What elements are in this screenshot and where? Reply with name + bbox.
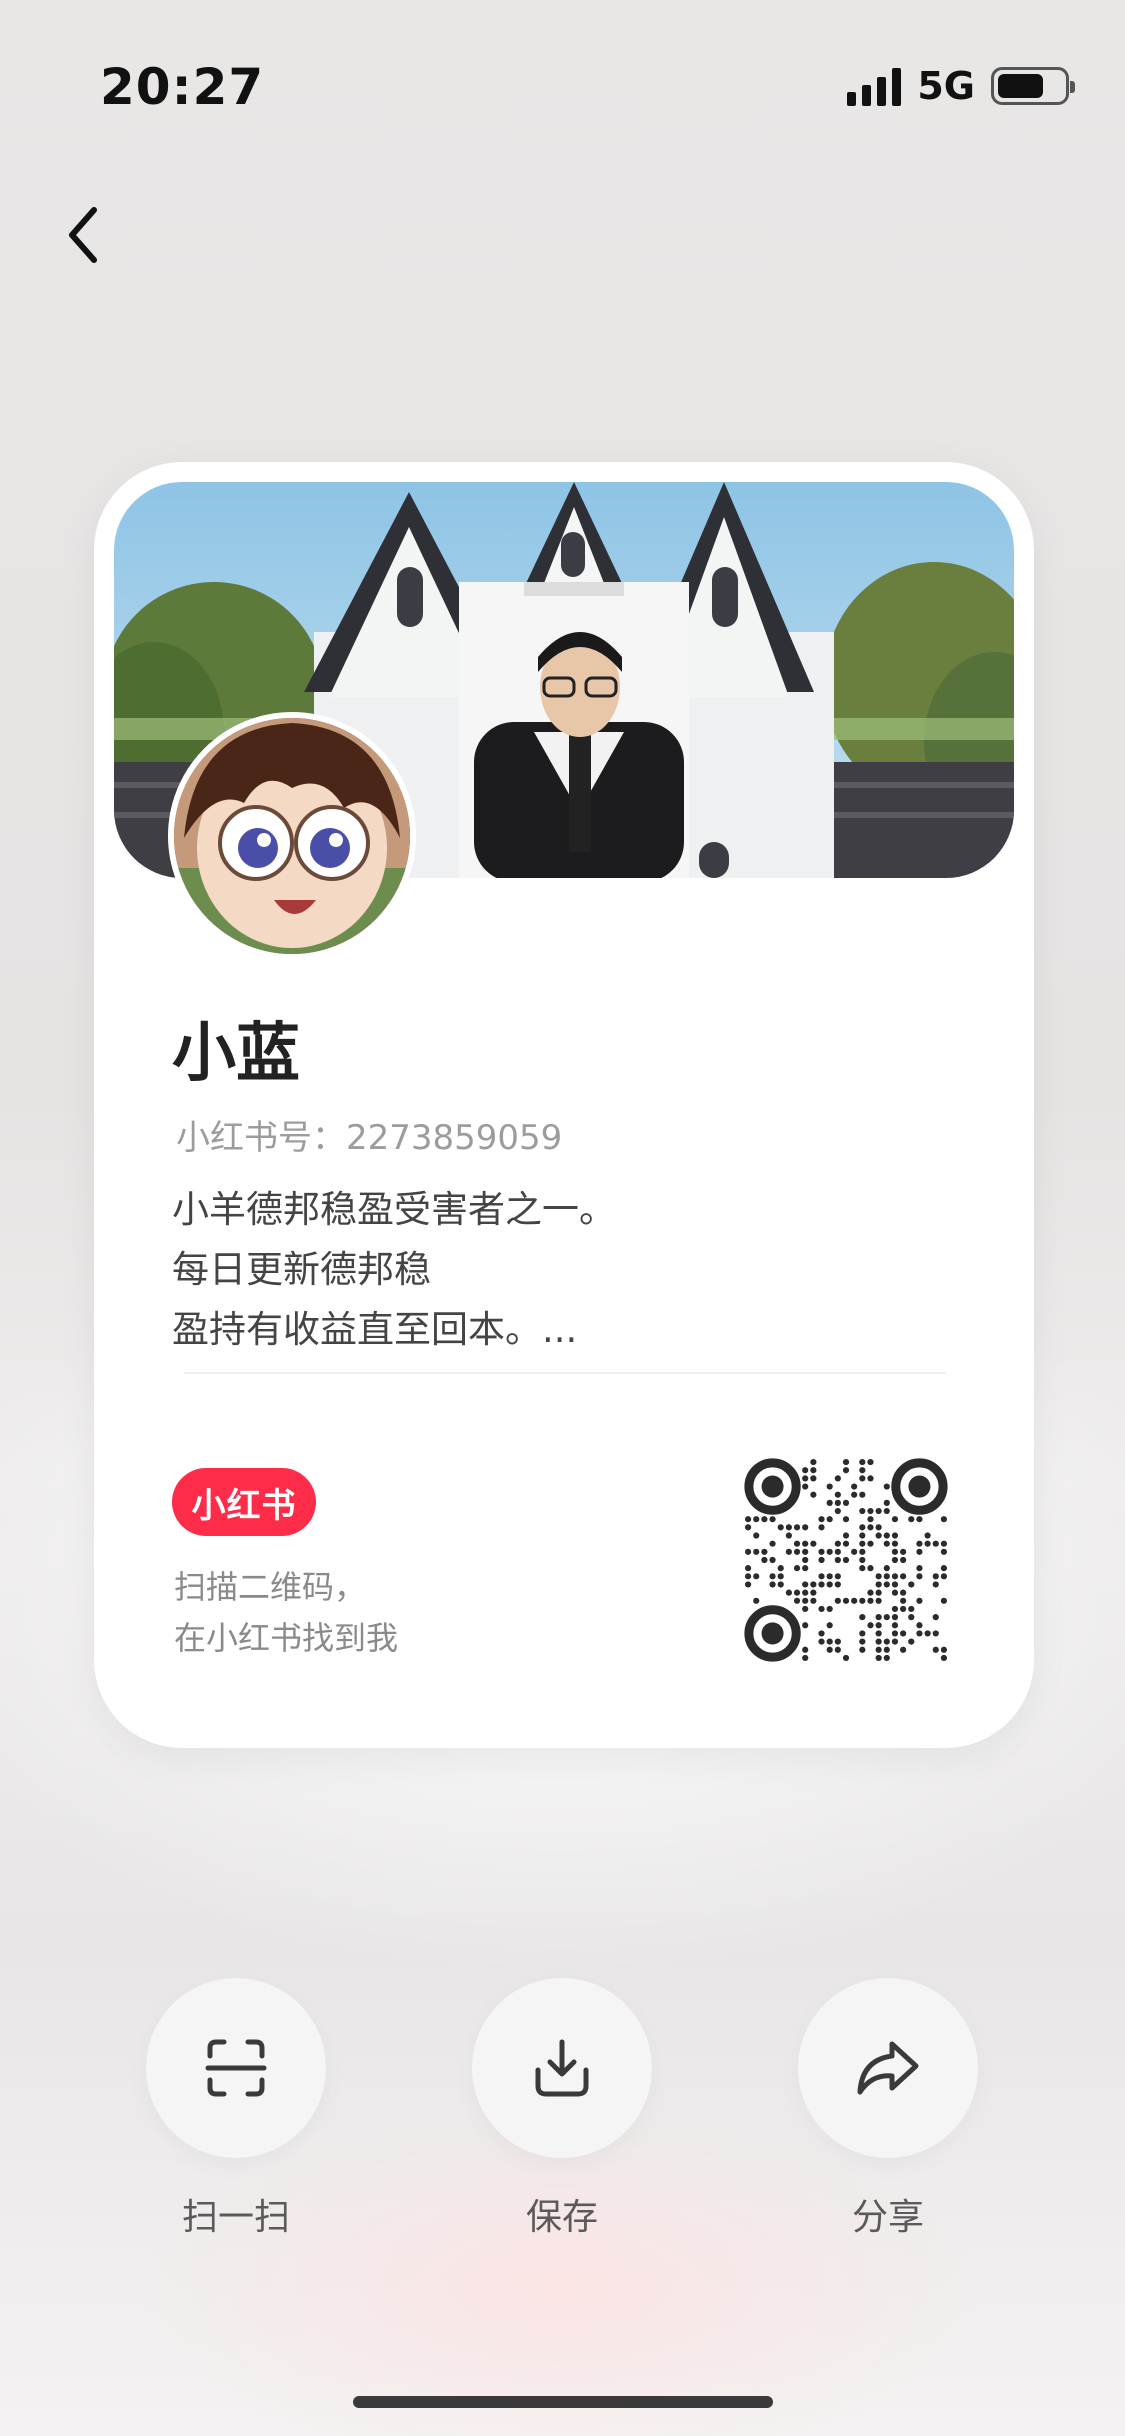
scan-tip-line: 扫描二维码，	[174, 1568, 367, 1606]
user-id: 小红书号：2273859059	[176, 1118, 563, 1158]
share-icon	[857, 2041, 919, 2095]
share-button[interactable]: 分享	[798, 1978, 978, 2240]
share-label: 分享	[851, 2197, 924, 2238]
home-indicator[interactable]	[352, 2396, 773, 2408]
status-time: 20:27	[100, 58, 265, 116]
back-button[interactable]	[62, 200, 112, 270]
save-label: 保存	[525, 2197, 598, 2238]
scan-tip: 扫描二维码， 在小红书找到我	[174, 1562, 398, 1664]
scan-button[interactable]: 扫一扫	[146, 1978, 326, 2240]
bio-line: 盈持有收益直至回本。...	[172, 1308, 578, 1351]
scan-tip-line: 在小红书找到我	[174, 1619, 399, 1657]
bio-line: 每日更新德邦稳	[172, 1248, 431, 1291]
user-bio: 小羊德邦稳盈受害者之一。 每日更新德邦稳 盈持有收益直至回本。...	[172, 1180, 952, 1360]
qr-code	[744, 1458, 948, 1662]
signal-icon	[847, 66, 902, 106]
scan-icon	[205, 2039, 267, 2097]
chevron-left-icon	[69, 207, 97, 263]
bio-line: 小羊德邦稳盈受害者之一。	[172, 1188, 616, 1231]
xiaohongshu-logo: 小红书	[172, 1468, 316, 1536]
status-right: 5G	[847, 64, 1075, 108]
divider	[184, 1372, 946, 1374]
network-type: 5G	[917, 64, 975, 108]
download-icon	[535, 2039, 589, 2097]
avatar	[168, 712, 416, 960]
save-button[interactable]: 保存	[472, 1978, 652, 2240]
profile-card: 小蓝 小红书号：2273859059 小羊德邦稳盈受害者之一。 每日更新德邦稳 …	[94, 462, 1034, 1748]
battery-icon	[991, 67, 1075, 105]
user-name: 小蓝	[172, 1017, 300, 1091]
scan-label: 扫一扫	[181, 2197, 290, 2238]
